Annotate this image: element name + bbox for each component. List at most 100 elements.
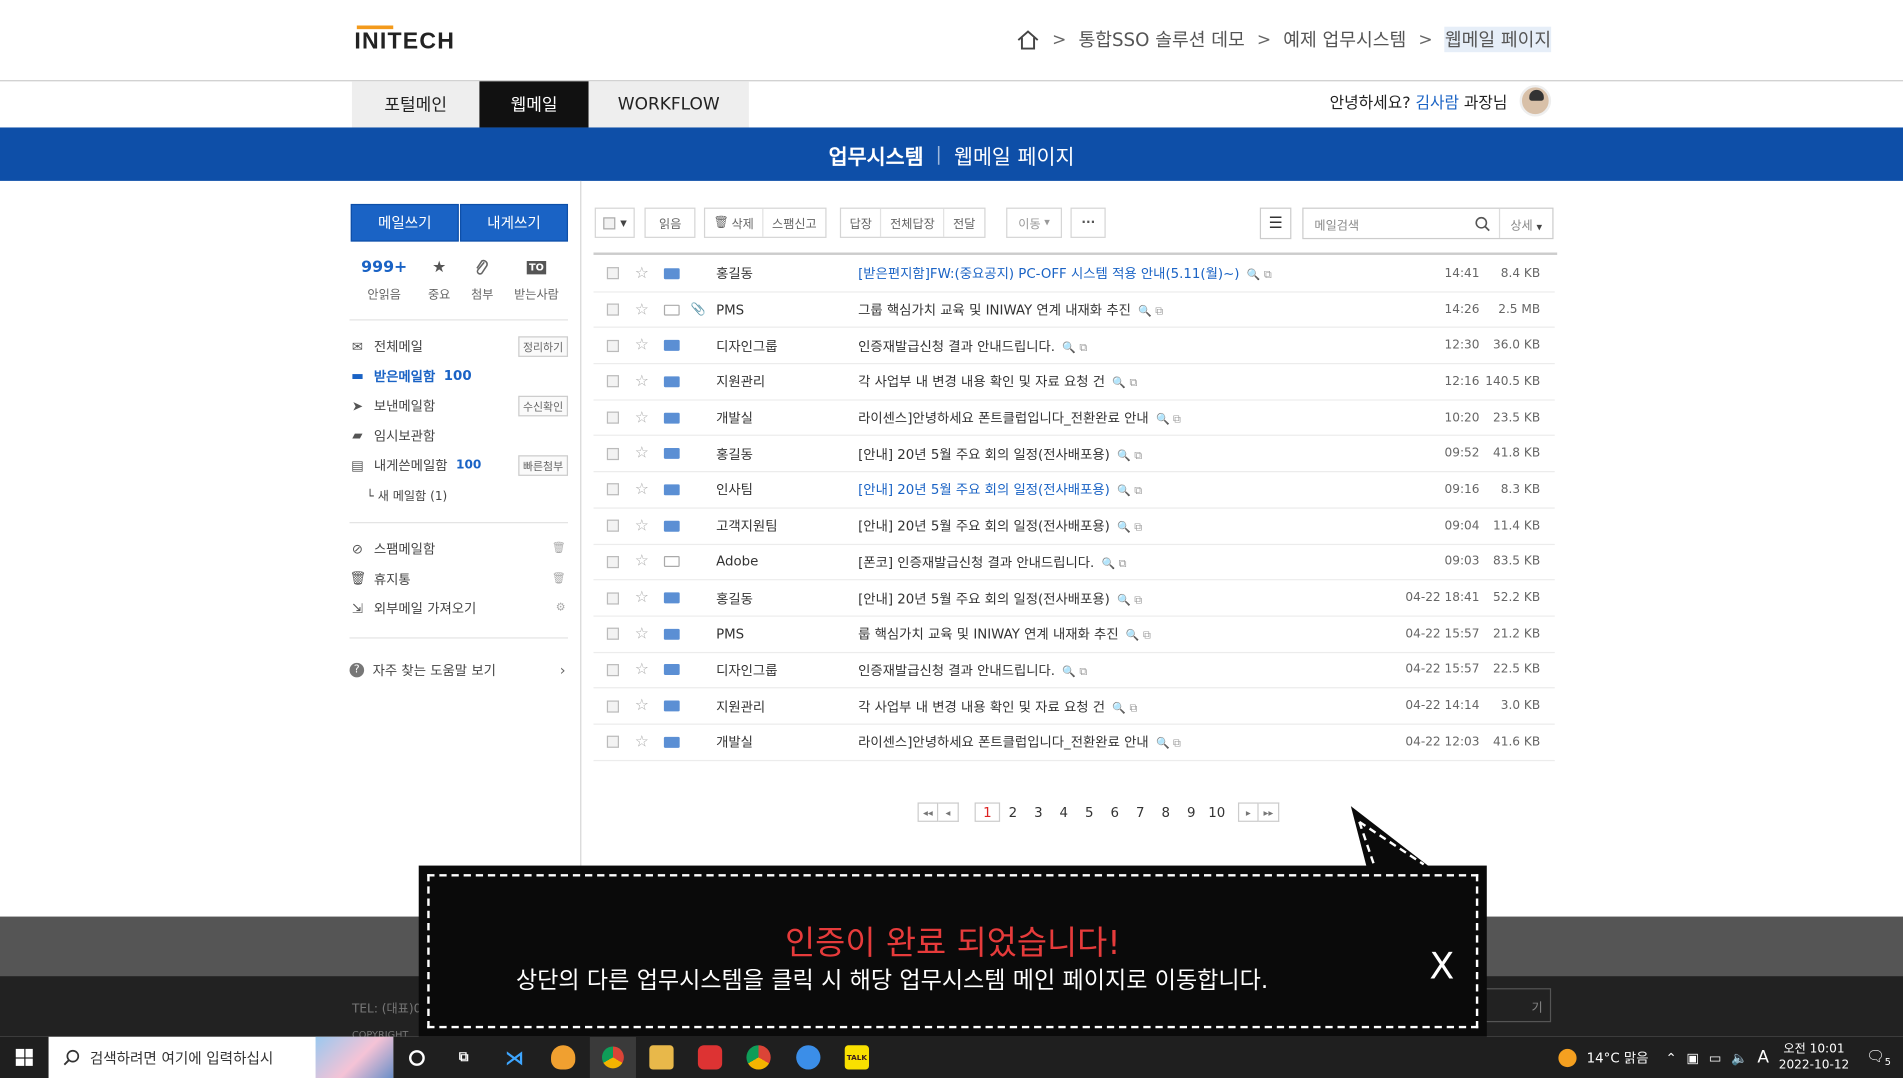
star-icon[interactable]: ☆ [635,409,649,427]
mail-sender[interactable]: 고객지원팀 [716,516,777,535]
mail-sender[interactable]: 홍길동 [716,588,753,607]
forward-button[interactable]: 전달 [945,209,984,237]
page-10-link[interactable]: 10 [1204,802,1229,821]
select-all-checkbox[interactable] [603,216,616,229]
page-4-link[interactable]: 4 [1051,802,1076,821]
folder-spam[interactable]: ⊘ 스팸메일함 🗑 [350,534,568,564]
folder-trash[interactable]: 🗑 휴지통 🗑 [350,564,568,594]
next-page-button[interactable]: ▸ [1237,802,1259,822]
folder-all-mail[interactable]: ✉ 전체메일 정리하기 [350,331,569,361]
select-all-dropdown[interactable]: ▼ [594,207,635,238]
mail-subject[interactable]: 각 사업부 내 변경 내용 확인 및 자료 요청 건 🔍 ⧉ [858,696,1137,715]
page-9-link[interactable]: 9 [1179,802,1204,821]
task-view-icon[interactable]: ⧉ [451,1045,475,1069]
row-checkbox[interactable] [606,267,619,280]
taskbar-search-input[interactable]: 검색하려면 여기에 입력하십시 [90,1047,273,1068]
kakaotalk-icon[interactable]: TALK [844,1045,870,1070]
row-checkbox[interactable] [606,411,619,424]
mail-row[interactable]: ☆ 홍길동 [안내] 20년 5월 주요 회의 일정(전사배포용) 🔍 ⧉ 04-22 … [593,581,1555,617]
row-checkbox[interactable] [606,699,619,713]
prev-page-button[interactable]: ◂ [938,802,959,822]
reply-all-button[interactable]: 전체답장 [882,208,945,237]
row-checkbox[interactable] [606,555,619,568]
avatar[interactable] [1519,84,1552,117]
mail-row[interactable]: ☆ 📎 PMS 그룹 핵심가치 교육 및 INIWAY 연계 내재화 추진 🔍 ⧉ 14:… [593,292,1555,329]
star-icon[interactable]: ☆ [635,589,649,607]
empty-spam-icon[interactable]: 🗑 [552,543,566,555]
mail-row[interactable]: ☆ 지원관리 각 사업부 내 변경 내용 확인 및 자료 요청 건 🔍 ⧉ 04-22 … [593,689,1555,725]
quick-attach-button[interactable]: 빠른첨부 [518,454,569,476]
folder-self[interactable]: ▤ 내게쓴메일함 100 빠른첨부 [350,450,569,480]
mail-sender[interactable]: 홍길동 [716,444,753,463]
mail-subject[interactable]: 각 사업부 내 변경 내용 확인 및 자료 요청 건 🔍 ⧉ [858,372,1137,391]
row-checkbox[interactable] [606,303,619,316]
mail-subject[interactable]: 라이센스]안녕하세요 폰트클럽입니다_전환완료 안내 🔍 ⧉ [858,732,1181,751]
mail-subject[interactable]: [폰코] 인증재발급신청 결과 안내드립니다. 🔍 ⧉ [858,552,1126,571]
mail-subject[interactable]: [안내] 20년 5월 주요 회의 일정(전사배포용) 🔍 ⧉ [858,480,1142,499]
read-receipt-button[interactable]: 수신확인 [518,395,569,417]
mail-row[interactable]: ☆ 홍길동 [안내] 20년 5월 주요 회의 일정(전사배포용) 🔍 ⧉ 09:52 4… [593,436,1555,473]
preview-icon[interactable]: 🔍 ⧉ [1062,666,1087,678]
shield-app-icon[interactable] [697,1045,723,1070]
mail-row[interactable]: ☆ 개발실 라이센스]안녕하세요 폰트클럽입니다_전환완료 안내 🔍 ⧉ 04-22 1… [593,725,1555,761]
folder-sent[interactable]: ➤ 보낸메일함 수신확인 [350,391,569,421]
quick-recipient[interactable]: TO 받는사람 [514,257,559,302]
preview-icon[interactable]: 🔍 ⧉ [1247,270,1272,282]
mail-subject[interactable]: [안내] 20년 5월 주요 회의 일정(전사배포용) 🔍 ⧉ [858,588,1142,607]
page-3-link[interactable]: 3 [1026,802,1051,821]
chevron-up-icon[interactable]: ⌃ [1665,1050,1676,1066]
preview-icon[interactable]: 🔍 ⧉ [1117,522,1142,534]
taskbar-search[interactable]: 검색하려면 여기에 입력하십시 [48,1036,394,1078]
quick-unread[interactable]: 999+ 안읽음 [361,257,407,302]
gear-icon[interactable]: ⚙ [556,602,566,614]
tab-webmail[interactable]: 웹메일 [479,81,589,128]
page-2-link[interactable]: 2 [1000,802,1025,821]
chrome-active-icon[interactable] [589,1036,636,1078]
read-button[interactable]: 읽음 [644,207,696,238]
quick-attach[interactable]: 첨부 [471,257,493,302]
home-icon[interactable] [1016,29,1040,51]
mail-sender[interactable]: PMS [716,302,744,318]
star-icon[interactable]: ☆ [635,373,649,391]
write-self-button[interactable]: 내게쓰기 [459,203,569,242]
reply-button[interactable]: 답장 [841,208,882,237]
preview-icon[interactable]: 🔍 ⧉ [1117,594,1142,606]
preview-icon[interactable]: 🔍 ⧉ [1156,414,1181,426]
star-icon[interactable]: ☆ [635,337,649,355]
mail-subject[interactable]: [안내] 20년 5월 주요 회의 일정(전사배포용) 🔍 ⧉ [858,516,1142,535]
row-checkbox[interactable] [606,519,619,532]
breadcrumb-webmail[interactable]: 웹메일 페이지 [1444,26,1552,53]
last-page-button[interactable]: ▸▸ [1258,802,1280,822]
folder-inbox[interactable]: ▬ 받은메일함 100 [350,361,568,391]
row-checkbox[interactable] [606,375,619,388]
clock[interactable]: 오전 10:01 2022-10-12 [1779,1042,1850,1074]
preview-icon[interactable]: 🔍 ⧉ [1117,450,1142,462]
preview-icon[interactable]: 🔍 ⧉ [1112,378,1137,390]
volume-icon[interactable]: 🔈 [1731,1050,1748,1066]
popup-close-button[interactable]: X [1393,946,1490,988]
notification-icon[interactable]: 🗨5 [1866,1047,1891,1067]
star-icon[interactable]: ☆ [635,733,649,751]
row-checkbox[interactable] [606,663,619,677]
organize-button[interactable]: 정리하기 [518,335,569,357]
star-icon[interactable]: ☆ [635,301,649,319]
mail-subject[interactable]: 룹 핵심가치 교육 및 INIWAY 연계 내재화 추진 🔍 ⧉ [858,624,1151,643]
preview-icon[interactable]: 🔍 ⧉ [1102,558,1127,570]
tab-workflow[interactable]: WORKFLOW [588,81,749,128]
initech-logo[interactable]: INITECH [354,25,455,56]
mail-subject[interactable]: [받은편지함]FW:(중요공지) PC-OFF 시스템 적용 안내(5.11(월… [858,264,1272,283]
mail-subject[interactable]: 인증재발급신청 결과 안내드립니다. 🔍 ⧉ [858,660,1087,679]
row-checkbox[interactable] [606,339,619,352]
tab-portal-main[interactable]: 포털메인 [351,81,480,128]
page-1-link[interactable]: 1 [974,802,1001,822]
write-mail-button[interactable]: 메일쓰기 [350,203,459,242]
page-7-link[interactable]: 7 [1128,802,1153,821]
weather-text[interactable]: 14°C 맑음 [1587,1048,1649,1067]
mail-row[interactable]: ☆ PMS 룹 핵심가치 교육 및 INIWAY 연계 내재화 추진 🔍 ⧉ 04-22… [593,617,1555,653]
star-icon[interactable]: ☆ [635,661,649,679]
star-icon[interactable]: ☆ [635,445,649,463]
star-icon[interactable]: ☆ [635,625,649,643]
mail-subject[interactable]: 라이센스]안녕하세요 폰트클럽입니다_전환완료 안내 🔍 ⧉ [858,408,1181,427]
star-icon[interactable]: ☆ [635,517,649,535]
folder-new[interactable]: └ 새 메일함 (1) [350,480,568,510]
